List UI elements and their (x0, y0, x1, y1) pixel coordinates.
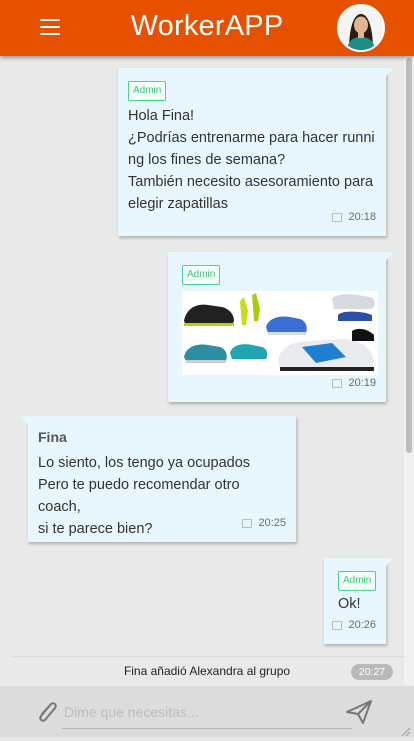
scrollbar-thumb[interactable] (406, 58, 412, 453)
message-line: Ok! (338, 596, 361, 612)
message-time: 20:19 (332, 372, 376, 394)
admin-badge: Admin (182, 265, 221, 285)
system-message-time: 20:27 (351, 664, 393, 680)
chat-area[interactable]: Admin Hola Fina! ¿Podrías entrenarme par… (0, 56, 404, 686)
checkbox-icon (332, 620, 343, 630)
app-header: WorkerAPP (0, 0, 414, 56)
message-time: 20:18 (332, 206, 376, 228)
checkbox-icon (332, 212, 343, 222)
message-bubble: Admin Hola Fina! ¿Podrías entrenarme par… (118, 68, 394, 236)
message-line: También necesito asesoramiento para (128, 174, 374, 190)
send-icon[interactable] (345, 699, 373, 725)
sender-name: Fina (38, 429, 67, 445)
message-time: 20:25 (242, 512, 286, 534)
admin-badge: Admin (128, 81, 167, 101)
composer-bar (0, 686, 414, 737)
message-bubble: Admin 20:19 (168, 252, 394, 402)
message-line: ¿Podrías entrenarme para hacer runni (128, 130, 375, 146)
paperclip-icon[interactable] (33, 698, 61, 726)
user-avatar[interactable] (337, 4, 385, 52)
message-line: Lo siento, los tengo ya ocupados (38, 455, 251, 471)
message-bubble: Admin Ok! 20:26 (324, 558, 394, 644)
chat-scrollbar[interactable] (404, 56, 414, 686)
message-input[interactable] (62, 696, 352, 729)
message-line: ng los fines de semana? (128, 152, 286, 168)
checkbox-icon (332, 378, 343, 388)
resize-handle-icon[interactable] (400, 723, 411, 737)
message-line: Hola Fina! (128, 108, 195, 124)
running-shoes-image[interactable] (182, 291, 378, 375)
admin-badge: Admin (338, 571, 377, 591)
message-time: 20:26 (332, 614, 376, 636)
checkbox-icon (242, 518, 253, 528)
divider (12, 656, 404, 657)
message-bubble: Fina Lo siento, los tengo ya ocupados Pe… (20, 416, 296, 542)
